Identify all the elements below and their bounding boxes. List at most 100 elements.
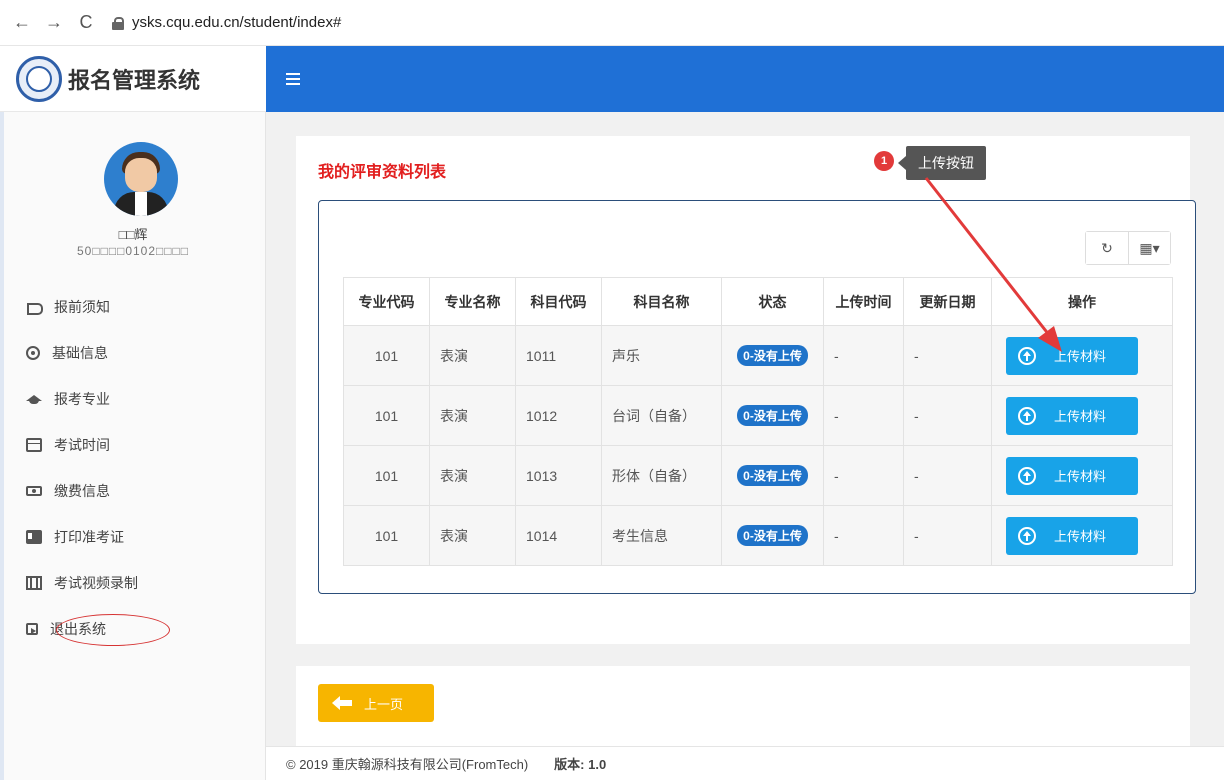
sidebar-item-label: 报前须知 bbox=[54, 299, 110, 315]
lock-icon bbox=[112, 16, 124, 30]
col-header: 专业名称 bbox=[429, 277, 516, 326]
upload-arrow-icon bbox=[1018, 526, 1036, 545]
status-badge: 0-没有上传 bbox=[737, 525, 808, 546]
sidebar: 报名管理系统 □□辉 50□□□□0102□□□□ 报前须知 基础信息 报考专业… bbox=[0, 46, 266, 780]
brand-title: 报名管理系统 bbox=[68, 67, 201, 93]
update-date-cell: - bbox=[903, 385, 992, 446]
avatar bbox=[104, 142, 178, 216]
col-header: 专业代码 bbox=[343, 277, 430, 326]
top-header bbox=[266, 46, 1224, 112]
status-cell: 0-没有上传 bbox=[721, 385, 824, 446]
back-button[interactable]: ← bbox=[8, 9, 36, 37]
id-card-icon bbox=[26, 530, 42, 544]
annotation-tooltip: 上传按钮 bbox=[898, 146, 986, 180]
subject-code-cell: 1011 bbox=[515, 325, 602, 386]
status-badge: 0-没有上传 bbox=[737, 405, 808, 426]
university-logo-icon bbox=[16, 55, 62, 102]
version-text: 版本: 1.0 bbox=[554, 757, 607, 772]
status-cell: 0-没有上传 bbox=[721, 325, 824, 386]
highlight-ellipse-annotation bbox=[56, 614, 170, 646]
upload-material-button[interactable]: 上传材料 bbox=[1006, 396, 1138, 435]
arrow-left-icon bbox=[332, 696, 352, 710]
forward-button[interactable]: → bbox=[40, 9, 68, 37]
subject-name-cell: 形体（自备） bbox=[601, 445, 722, 506]
sidebar-item-basic-info[interactable]: 基础信息 bbox=[0, 330, 266, 376]
action-cell: 上传材料 bbox=[991, 325, 1173, 386]
sidebar-item-video-recording[interactable]: 考试视频录制 bbox=[0, 560, 266, 606]
major-code-cell: 101 bbox=[343, 505, 430, 566]
subject-name-cell: 声乐 bbox=[601, 325, 722, 386]
footer: © 2019 重庆翰源科技有限公司(FromTech) 版本: 1.0 bbox=[266, 746, 1224, 780]
sidebar-item-payment[interactable]: 缴费信息 bbox=[0, 468, 266, 514]
user-circle-icon bbox=[26, 346, 40, 360]
col-header: 操作 bbox=[991, 277, 1173, 326]
sidebar-item-admission-ticket[interactable]: 打印准考证 bbox=[0, 514, 266, 560]
upload-material-button[interactable]: 上传材料 bbox=[1006, 516, 1138, 555]
table-row: 101 表演 1011 声乐 0-没有上传 - - 上传材料 bbox=[343, 325, 1173, 386]
major-name-cell: 表演 bbox=[429, 385, 516, 446]
upload-button-label: 上传材料 bbox=[1054, 469, 1107, 484]
upload-arrow-icon bbox=[1018, 466, 1036, 485]
reload-button[interactable]: C bbox=[72, 9, 100, 37]
table-card: ↻ ▦▾ 专业代码 专业名称 科目代码 科目名称 状态 上传时间 更新日期 操作 bbox=[318, 200, 1196, 594]
major-name-cell: 表演 bbox=[429, 445, 516, 506]
sidebar-item-exam-time[interactable]: 考试时间 bbox=[0, 422, 266, 468]
previous-page-label: 上一页 bbox=[364, 696, 404, 712]
subject-name-cell: 考生信息 bbox=[601, 505, 722, 566]
col-header: 更新日期 bbox=[903, 277, 992, 326]
sidebar-item-label: 报考专业 bbox=[54, 391, 110, 407]
table-row: 101 表演 1013 形体（自备） 0-没有上传 - - 上传材料 bbox=[343, 445, 1173, 506]
upload-time-cell: - bbox=[823, 505, 904, 566]
browser-toolbar: ← → C ysks.cqu.edu.cn/student/index# bbox=[0, 0, 1224, 46]
url-text: ysks.cqu.edu.cn/student/index# bbox=[132, 14, 342, 31]
copyright-text: © 2019 重庆翰源科技有限公司(FromTech) bbox=[286, 757, 529, 772]
major-code-cell: 101 bbox=[343, 325, 430, 386]
major-name-cell: 表演 bbox=[429, 505, 516, 566]
upload-material-button[interactable]: 上传材料 bbox=[1006, 336, 1138, 375]
table-toolbar: ↻ ▦▾ bbox=[1085, 231, 1171, 265]
major-code-cell: 101 bbox=[343, 445, 430, 506]
table-header-row: 专业代码 专业名称 科目代码 科目名称 状态 上传时间 更新日期 操作 bbox=[343, 277, 1173, 326]
menu-toggle-icon[interactable] bbox=[286, 73, 300, 85]
col-header: 上传时间 bbox=[823, 277, 904, 326]
col-header: 状态 bbox=[721, 277, 824, 326]
subject-name-cell: 台词（自备） bbox=[601, 385, 722, 446]
action-cell: 上传材料 bbox=[991, 385, 1173, 446]
previous-page-button[interactable]: 上一页 bbox=[318, 684, 434, 722]
upload-time-cell: - bbox=[823, 445, 904, 506]
bullhorn-icon bbox=[26, 300, 43, 315]
sign-out-icon bbox=[26, 623, 38, 635]
graduation-cap-icon bbox=[26, 392, 42, 406]
sidebar-item-label: 打印准考证 bbox=[54, 529, 124, 545]
upload-material-button[interactable]: 上传材料 bbox=[1006, 456, 1138, 495]
major-code-cell: 101 bbox=[343, 385, 430, 446]
calendar-icon bbox=[26, 438, 42, 452]
update-date-cell: - bbox=[903, 445, 992, 506]
update-date-cell: - bbox=[903, 505, 992, 566]
upload-time-cell: - bbox=[823, 325, 904, 386]
action-cell: 上传材料 bbox=[991, 445, 1173, 506]
sidebar-item-major[interactable]: 报考专业 bbox=[0, 376, 266, 422]
table-row: 101 表演 1012 台词（自备） 0-没有上传 - - 上传材料 bbox=[343, 385, 1173, 446]
film-icon bbox=[26, 576, 42, 590]
upload-arrow-icon bbox=[1018, 346, 1036, 365]
materials-panel: 我的评审资料列表 ↻ ▦▾ 专业代码 专业名称 科目代码 科目名称 状态 上传时… bbox=[296, 136, 1196, 644]
subject-code-cell: 1014 bbox=[515, 505, 602, 566]
sidebar-item-label: 考试时间 bbox=[54, 437, 110, 453]
refresh-button[interactable]: ↻ bbox=[1086, 232, 1128, 264]
subject-code-cell: 1013 bbox=[515, 445, 602, 506]
sidebar-menu: 报前须知 基础信息 报考专业 考试时间 缴费信息 打印准考证 考试视频录制 退出… bbox=[0, 284, 266, 652]
subject-code-cell: 1012 bbox=[515, 385, 602, 446]
materials-table: 专业代码 专业名称 科目代码 科目名称 状态 上传时间 更新日期 操作 101 … bbox=[343, 277, 1173, 566]
columns-toggle-button[interactable]: ▦▾ bbox=[1128, 232, 1170, 264]
upload-button-label: 上传材料 bbox=[1054, 349, 1107, 364]
annotation-number-badge: 1 bbox=[874, 151, 894, 171]
major-name-cell: 表演 bbox=[429, 325, 516, 386]
address-bar[interactable]: ysks.cqu.edu.cn/student/index# bbox=[112, 14, 341, 31]
col-header: 科目代码 bbox=[515, 277, 602, 326]
col-header: 科目名称 bbox=[601, 277, 722, 326]
table-row: 101 表演 1014 考生信息 0-没有上传 - - 上传材料 bbox=[343, 505, 1173, 566]
main-content: 我的评审资料列表 ↻ ▦▾ 专业代码 专业名称 科目代码 科目名称 状态 上传时… bbox=[266, 112, 1224, 746]
sidebar-item-notice[interactable]: 报前须知 bbox=[0, 284, 266, 330]
user-id: 50□□□□0102□□□□ bbox=[76, 244, 190, 258]
